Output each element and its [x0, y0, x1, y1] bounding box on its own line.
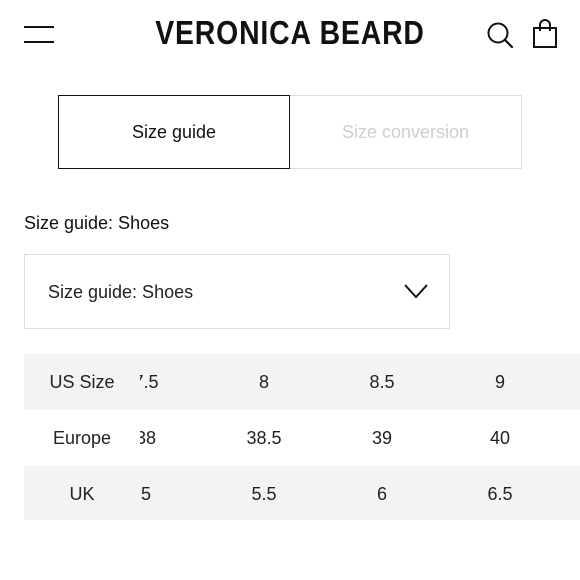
tab-size-conversion[interactable]: Size conversion	[289, 95, 522, 169]
table-row: 7.5 8 8.5 9 US Size	[24, 354, 580, 410]
table-row: 38 38.5 39 40 Europe	[24, 410, 580, 466]
table-cell: 6.5	[487, 484, 513, 504]
brand-logo[interactable]: VERONICA BEARD	[41, 14, 540, 52]
table-cell: 8.5	[369, 372, 395, 392]
size-guide-select[interactable]: Size guide: Shoes	[24, 254, 450, 329]
shopping-bag-icon[interactable]	[532, 19, 558, 49]
table-cell: 6	[376, 484, 387, 504]
row-label: Europe	[24, 410, 140, 466]
size-table[interactable]: 7.5 8 8.5 9 US Size 38 38.5 39 40 Europe…	[24, 354, 580, 520]
chevron-down-icon	[404, 284, 428, 299]
site-header: VERONICA BEARD	[0, 0, 580, 70]
table-cell: 38.5	[246, 428, 282, 448]
table-row: 5 5.5 6 6.5 UK	[24, 466, 580, 520]
search-icon[interactable]	[486, 21, 514, 49]
size-tabs: Size guide Size conversion	[58, 95, 522, 169]
section-label: Size guide: Shoes	[24, 213, 170, 233]
row-label: US Size	[24, 354, 140, 410]
table-cell: 8	[258, 372, 269, 392]
table-cell: 5.5	[251, 484, 277, 504]
select-value: Size guide: Shoes	[48, 282, 194, 302]
tab-size-guide[interactable]: Size guide	[58, 95, 290, 169]
table-cell: 39	[371, 428, 393, 448]
table-cell: 40	[489, 428, 511, 448]
size-guide-page: VERONICA BEARD Size guide Size conversio…	[0, 0, 580, 580]
table-cell: 9	[494, 372, 505, 392]
row-label: UK	[24, 466, 140, 520]
